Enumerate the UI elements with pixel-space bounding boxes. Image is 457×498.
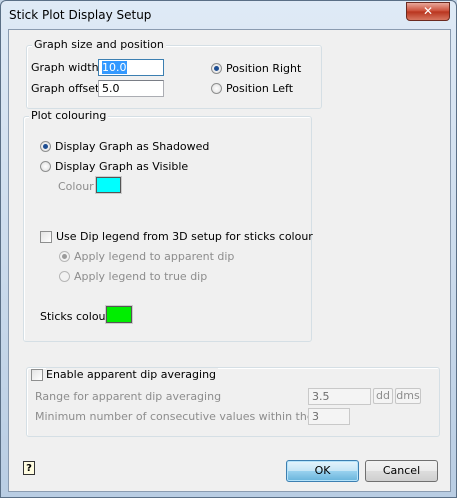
ok-button[interactable]: OK [286, 460, 359, 482]
sticks-colour-swatch-button[interactable] [106, 306, 132, 323]
dialog-window: Stick Plot Display Setup ✕ Graph size an… [0, 0, 457, 498]
position-left-label[interactable]: Position Left [226, 82, 293, 95]
apparent-dip-label[interactable]: Apply legend to apparent dip [74, 250, 234, 263]
dip-legend-label[interactable]: Use Dip legend from 3D setup for sticks … [56, 230, 313, 243]
shadowed-radio[interactable] [40, 141, 51, 152]
radio-selected-dot [214, 66, 219, 71]
enable-averaging-label[interactable]: Enable apparent dip averaging [46, 368, 219, 381]
dip-averaging-group: Enable apparent dip averaging Range for … [26, 367, 440, 437]
true-dip-label[interactable]: Apply legend to true dip [74, 270, 207, 283]
graph-width-label: Graph width [31, 61, 99, 74]
unit-dms-button[interactable]: dms [395, 388, 421, 404]
position-right-label[interactable]: Position Right [226, 62, 301, 75]
visible-radio[interactable] [40, 161, 51, 172]
colour-label: Colour [58, 180, 94, 193]
apparent-dip-radio[interactable] [59, 251, 70, 262]
plot-colouring-group-title: Plot colouring [29, 109, 109, 122]
true-dip-radio[interactable] [59, 271, 70, 282]
graph-width-input[interactable]: 10.0 [98, 59, 164, 76]
visible-label[interactable]: Display Graph as Visible [55, 160, 188, 173]
graph-offset-label: Graph offset [31, 82, 100, 95]
min-consecutive-label: Minimum number of consecutive values wit… [35, 410, 350, 423]
cancel-button[interactable]: Cancel [365, 460, 438, 482]
graph-offset-input[interactable]: 5.0 [98, 80, 164, 97]
unit-dd-button[interactable]: dd [373, 388, 393, 404]
help-icon[interactable]: ? [23, 461, 35, 475]
radio-selected-dot [43, 144, 48, 149]
colour-swatch-button[interactable] [96, 177, 121, 193]
range-input[interactable]: 3.5 [308, 388, 371, 405]
graph-width-value: 10.0 [102, 61, 127, 74]
min-consecutive-input[interactable]: 3 [308, 408, 350, 425]
close-button[interactable]: ✕ [406, 2, 450, 21]
shadowed-label[interactable]: Display Graph as Shadowed [55, 140, 209, 153]
graph-size-group: Graph size and position Graph width 10.0… [26, 38, 322, 109]
sticks-colour-label: Sticks colour [40, 310, 111, 323]
position-right-radio[interactable] [211, 63, 222, 74]
dialog-client-area: Graph size and position Graph width 10.0… [8, 29, 451, 492]
title-bar[interactable]: Stick Plot Display Setup ✕ [1, 1, 456, 29]
radio-selected-dot [62, 254, 67, 259]
enable-averaging-checkbox[interactable] [31, 369, 43, 381]
window-title: Stick Plot Display Setup [9, 8, 152, 22]
range-label: Range for apparent dip averaging [35, 390, 222, 403]
plot-colouring-group: Plot colouring Display Graph as Shadowed… [23, 109, 313, 342]
graph-size-group-title: Graph size and position [32, 38, 166, 51]
dip-legend-checkbox[interactable] [40, 231, 52, 243]
position-left-radio[interactable] [211, 83, 222, 94]
